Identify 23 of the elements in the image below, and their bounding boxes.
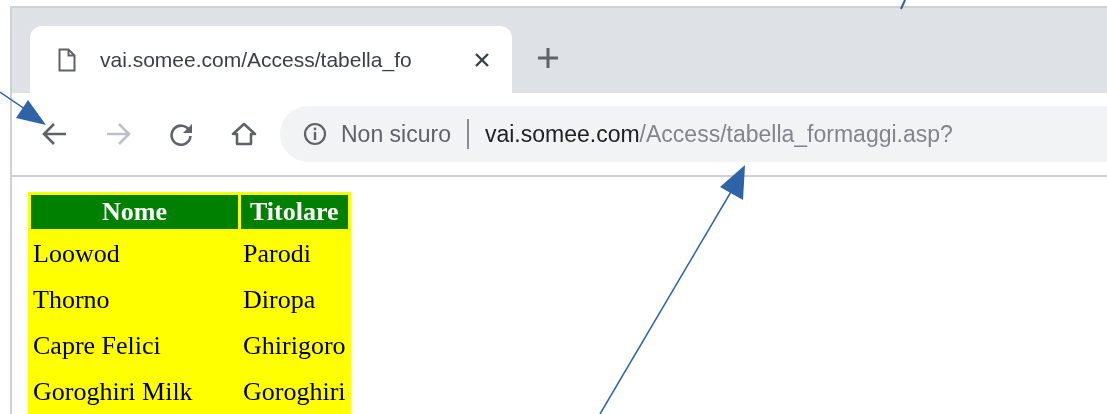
new-tab-icon[interactable] [537, 47, 559, 69]
security-label: Non sicuro [341, 120, 451, 148]
column-header: Titolare [241, 195, 348, 229]
browser-tab[interactable]: vai.somee.com/Access/tabella_fo [30, 26, 512, 93]
table-cell-text: Thorno [32, 284, 111, 316]
address-bar[interactable]: Non sicuro vai.somee.com/Access/tabella_formaggi.asp? [280, 106, 1107, 162]
address-url: vai.somee.com/Access/tabella_formaggi.asp? [484, 120, 953, 148]
table-cell-text: Goroghiri Milk [32, 376, 194, 408]
tab-title: vai.somee.com/Access/tabella_fo [100, 47, 413, 72]
column-header: Nome [31, 195, 238, 229]
info-icon[interactable] [303, 122, 327, 146]
table-cell-text: Parodi [242, 238, 312, 270]
page-icon [58, 47, 76, 72]
table-cell-text: Diropa [242, 284, 317, 316]
annotation-arrow [0, 91, 46, 125]
table-cell-text: Goroghiri [242, 376, 347, 408]
table-cell-text: Capre Felici [32, 330, 162, 362]
table-cell-text: Loowod [32, 238, 121, 270]
reload-icon[interactable] [168, 121, 194, 147]
close-icon[interactable] [474, 51, 490, 68]
home-icon[interactable] [231, 122, 257, 146]
table-cell-text: Ghirigoro [242, 330, 347, 362]
back-icon[interactable] [42, 122, 68, 146]
